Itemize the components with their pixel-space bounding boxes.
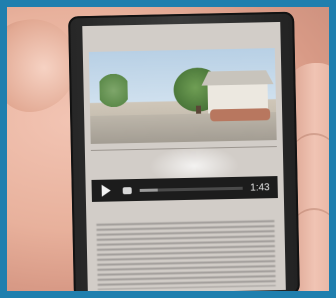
palm-tree bbox=[99, 71, 129, 110]
play-icon[interactable] bbox=[101, 184, 111, 197]
progress-fill bbox=[139, 188, 159, 192]
dirt-mound bbox=[210, 108, 271, 122]
video-player-controls: 1:43 bbox=[91, 176, 278, 202]
phone-screen: 1:43 bbox=[82, 21, 286, 291]
photo: 1:43 bbox=[7, 7, 329, 291]
article-text-blurred bbox=[96, 220, 276, 290]
caption bbox=[86, 204, 284, 208]
time-label: 1:43 bbox=[250, 181, 270, 194]
smartphone: 1:43 bbox=[68, 11, 300, 291]
progress-bar[interactable] bbox=[139, 186, 243, 192]
video-thumbnail[interactable] bbox=[88, 48, 277, 144]
volume-icon[interactable] bbox=[122, 186, 132, 194]
